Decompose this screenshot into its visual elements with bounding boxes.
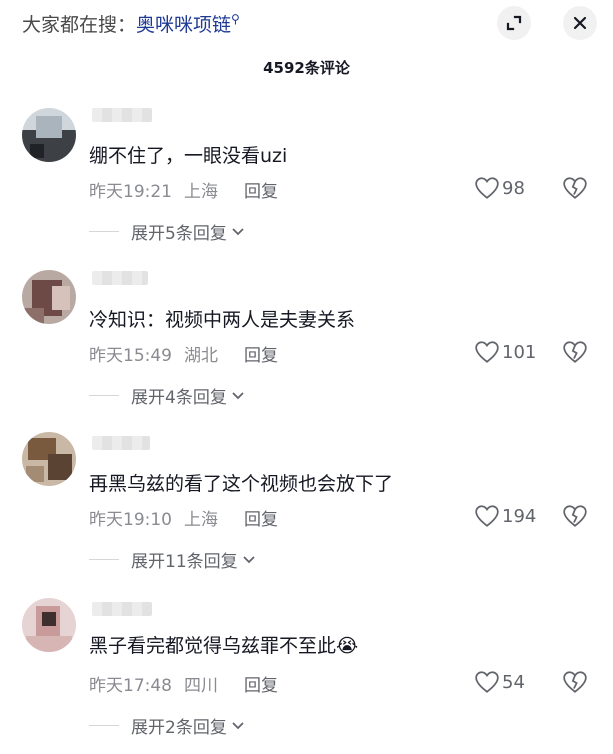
comment-time: 昨天15:49 xyxy=(89,346,172,366)
reply-button[interactable]: 回复 xyxy=(244,510,278,530)
search-suggestion[interactable]: 大家都在搜：奥咪咪项链⚲ xyxy=(22,10,240,37)
expand-replies-button[interactable]: 展开2条回复 xyxy=(89,713,245,738)
comment-text: 再黑乌兹的看了这个视频也会放下了 xyxy=(89,473,394,495)
dislike-button[interactable] xyxy=(562,176,588,204)
crying-emoji: 😭 xyxy=(336,635,359,657)
expand-replies-button[interactable]: 展开11条回复 xyxy=(89,547,256,572)
reply-button[interactable]: 回复 xyxy=(244,676,278,696)
comment-location: 四川 xyxy=(184,676,218,696)
comment-time: 昨天19:21 xyxy=(89,182,172,202)
search-term-link[interactable]: 奥咪咪项链 xyxy=(136,14,231,36)
heart-icon xyxy=(475,505,499,527)
divider xyxy=(89,725,119,726)
comment-location: 湖北 xyxy=(184,346,218,366)
comment-item: 绷不住了，一眼没看uzi 昨天19:21 上海 回复 98 展开5条回复 xyxy=(0,100,613,260)
username[interactable] xyxy=(92,602,152,616)
search-prefix: 大家都在搜： xyxy=(22,14,137,36)
comment-text: 绷不住了，一眼没看uzi xyxy=(89,145,288,167)
dislike-button[interactable] xyxy=(562,670,588,698)
expand-replies-label: 展开4条回复 xyxy=(131,388,227,408)
expand-replies-label: 展开11条回复 xyxy=(131,552,238,572)
reply-button[interactable]: 回复 xyxy=(244,346,278,366)
minimize-button[interactable] xyxy=(497,6,531,40)
comment-meta: 昨天17:48 四川 回复 xyxy=(89,671,278,696)
chevron-down-icon xyxy=(243,555,255,563)
comment-item: 黑子看完都觉得乌兹罪不至此😭 昨天17:48 四川 回复 54 展开2条回复 xyxy=(0,594,613,754)
minimize-icon xyxy=(506,15,522,31)
avatar[interactable] xyxy=(22,108,76,162)
expand-replies-label: 展开5条回复 xyxy=(131,224,227,244)
like-button[interactable]: 194 xyxy=(474,504,536,528)
divider xyxy=(89,559,119,560)
comment-item: 冷知识：视频中两人是夫妻关系 昨天15:49 湖北 回复 101 展开4条回复 xyxy=(0,264,613,424)
comment-meta: 昨天15:49 湖北 回复 xyxy=(89,341,278,366)
username[interactable] xyxy=(92,108,152,122)
search-icon: ⚲ xyxy=(231,12,240,26)
heart-icon xyxy=(475,177,499,199)
comment-count: 4592条评论 xyxy=(263,59,350,77)
comment-meta: 昨天19:21 上海 回复 xyxy=(89,177,278,202)
dislike-button[interactable] xyxy=(562,504,588,532)
comment-location: 上海 xyxy=(184,510,218,530)
comment-location: 上海 xyxy=(184,182,218,202)
avatar[interactable] xyxy=(22,432,76,486)
broken-heart-icon xyxy=(563,341,587,363)
chevron-down-icon xyxy=(232,391,244,399)
like-button[interactable]: 101 xyxy=(474,340,536,364)
expand-replies-button[interactable]: 展开4条回复 xyxy=(89,383,245,408)
broken-heart-icon xyxy=(563,671,587,693)
heart-icon xyxy=(475,671,499,693)
like-count: 54 xyxy=(502,671,525,693)
username[interactable] xyxy=(92,436,150,450)
broken-heart-icon xyxy=(563,177,587,199)
comment-text: 冷知识：视频中两人是夫妻关系 xyxy=(89,309,356,331)
avatar[interactable] xyxy=(22,270,76,324)
divider xyxy=(89,395,119,396)
expand-replies-label: 展开2条回复 xyxy=(131,718,227,738)
comment-time: 昨天17:48 xyxy=(89,676,172,696)
chevron-down-icon xyxy=(232,721,244,729)
close-button[interactable] xyxy=(563,6,597,40)
like-count: 101 xyxy=(502,341,537,363)
broken-heart-icon xyxy=(563,505,587,527)
comment-text-wrap: 黑子看完都觉得乌兹罪不至此😭 xyxy=(89,631,358,658)
comment-text: 黑子看完都觉得乌兹罪不至此 xyxy=(89,635,337,657)
like-button[interactable]: 98 xyxy=(474,176,525,200)
divider xyxy=(89,231,119,232)
like-count: 194 xyxy=(502,505,537,527)
heart-icon xyxy=(475,341,499,363)
close-icon xyxy=(573,16,587,30)
like-count: 98 xyxy=(502,177,525,199)
like-button[interactable]: 54 xyxy=(474,670,525,694)
username[interactable] xyxy=(92,271,148,285)
top-bar: 大家都在搜：奥咪咪项链⚲ xyxy=(0,0,613,46)
avatar[interactable] xyxy=(22,598,76,652)
reply-button[interactable]: 回复 xyxy=(244,182,278,202)
chevron-down-icon xyxy=(232,227,244,235)
expand-replies-button[interactable]: 展开5条回复 xyxy=(89,219,245,244)
comment-item: 再黑乌兹的看了这个视频也会放下了 昨天19:10 上海 回复 194 展开11条回复 xyxy=(0,428,613,588)
comment-meta: 昨天19:10 上海 回复 xyxy=(89,505,278,530)
comment-time: 昨天19:10 xyxy=(89,510,172,530)
dislike-button[interactable] xyxy=(562,340,588,368)
